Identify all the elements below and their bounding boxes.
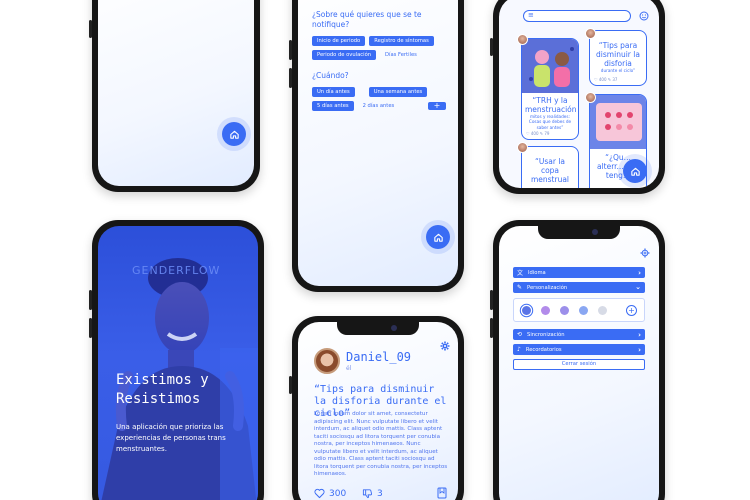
chip-dias-fertiles[interactable]: Días Fertiles <box>380 50 422 60</box>
phone-notifications: ¿Sobre qué quieres que se te notifique? … <box>289 0 464 292</box>
filter-icon: ≡ <box>528 11 534 19</box>
chevron-right-icon: › <box>638 330 641 339</box>
screen: GENDERFLOW Existimos y Resistimos Una ap… <box>98 226 258 500</box>
settings-gear-icon[interactable] <box>640 248 650 258</box>
like-action[interactable]: 300 <box>314 488 346 499</box>
settings-row-recordatorios[interactable]: ♪ Recordatorios › <box>513 344 645 355</box>
phone-feed: ≡ “TRH y la menstruación mitos y realida… <box>490 0 665 194</box>
when-chips: Un día antes Una semana antes <box>312 87 446 98</box>
settings-label: Recordatorios <box>525 346 562 353</box>
chip-cinco-dias[interactable]: 5 días antes <box>312 101 354 112</box>
mockup-canvas: ¿Sobre qué quieres que se te notifique? … <box>0 0 750 500</box>
add-reminder-button[interactable]: + <box>428 102 446 111</box>
card-stats: ♡ 400 ✎ 79 <box>526 131 550 136</box>
home-button[interactable] <box>222 122 246 146</box>
screen <box>98 0 254 186</box>
topic-chips: Inicio de periodo Registro de síntomas P… <box>312 36 446 61</box>
chip-periodo-ovulacion[interactable]: Periodo de ovulación <box>312 50 377 61</box>
thumbs-down-icon <box>362 489 373 499</box>
dislike-count: 3 <box>377 488 383 499</box>
question-when: ¿Cuándo? <box>312 71 349 81</box>
notch <box>337 322 419 335</box>
home-button[interactable] <box>426 225 450 249</box>
card-illustration <box>590 95 646 149</box>
swatch-4[interactable] <box>598 306 607 315</box>
headline-line-2: Resistimos <box>116 390 201 407</box>
swatch-0[interactable] <box>522 306 531 315</box>
question-topic: ¿Sobre qué quieres que se te notifique? <box>312 10 422 30</box>
phone-home-blank <box>89 0 260 192</box>
bell-icon: ♪ <box>517 346 521 353</box>
author-pronoun: él <box>346 365 352 372</box>
settings-label: Sincronización <box>527 331 565 338</box>
hero-description: Una aplicación que prioriza las experien… <box>116 423 226 453</box>
settings-row-personalizacion[interactable]: ✎ Personalización ⌄ <box>513 282 645 293</box>
home-icon <box>433 233 443 242</box>
logout-button[interactable]: Cerrar sesión <box>513 359 645 370</box>
settings-label: Personalización <box>527 284 568 291</box>
settings-label: Idioma <box>528 269 546 276</box>
bookmark-icon[interactable] <box>437 487 447 499</box>
settings-gear-icon[interactable] <box>440 341 450 351</box>
chevron-right-icon: › <box>638 268 641 277</box>
chevron-right-icon: › <box>638 345 641 354</box>
add-swatch-button[interactable]: + <box>626 305 637 316</box>
brush-icon: ✎ <box>517 284 523 291</box>
settings-row-sincronizacion[interactable]: ⟲ Sincronización › <box>513 329 645 340</box>
home-button[interactable] <box>623 159 647 183</box>
brand-logo: GENDERFLOW <box>132 264 221 277</box>
card-title: “TRH y la menstruación <box>525 96 577 114</box>
card-subtitle: mitos y realidades: Cosas que debes de s… <box>528 114 572 130</box>
screen: Daniel_09 él “Tips para disminuir la dis… <box>298 322 458 500</box>
feed-card-trh[interactable]: “TRH y la menstruación mitos y realidade… <box>521 38 579 140</box>
screen: ¿Sobre qué quieres que se te notifique? … <box>298 0 458 286</box>
like-count: 300 <box>329 488 347 499</box>
screen: 文 Idioma › ✎ Personalización ⌄ + ⟲ Sincr… <box>499 226 659 500</box>
post-body: Lorem ipsum dolor sit amet, consectetur … <box>314 411 448 478</box>
chip-dos-dias[interactable]: 2 días antes <box>358 101 400 111</box>
swatch-3[interactable] <box>579 306 588 315</box>
avatar <box>585 92 596 103</box>
emoji-icon[interactable] <box>639 11 649 21</box>
settings-row-idioma[interactable]: 文 Idioma › <box>513 267 645 278</box>
card-title: “Usar la copa menstrual <box>530 157 570 184</box>
chip-registro-sintomas[interactable]: Registro de síntomas <box>369 36 434 47</box>
card-stats: ♡ 400 ✎ 37 <box>594 77 618 82</box>
chip-una-semana[interactable]: Una semana antes <box>368 87 428 98</box>
sync-icon: ⟲ <box>517 331 523 338</box>
card-illustration <box>522 39 578 93</box>
search-bar[interactable]: ≡ <box>523 10 631 22</box>
color-palette: + <box>513 298 645 322</box>
screen: ≡ “TRH y la menstruación mitos y realida… <box>499 0 659 188</box>
swatch-1[interactable] <box>541 306 550 315</box>
avatar <box>517 142 528 153</box>
phone-settings: 文 Idioma › ✎ Personalización ⌄ + ⟲ Sincr… <box>490 220 665 500</box>
phone-post: Daniel_09 él “Tips para disminuir la dis… <box>289 316 464 500</box>
feed-card-copa[interactable]: “Usar la copa menstrual <box>521 146 579 188</box>
heart-icon <box>314 488 325 499</box>
home-icon <box>630 167 640 176</box>
headline-line-1: Existimos y <box>116 372 209 388</box>
author-name[interactable]: Daniel_09 <box>346 350 411 364</box>
hero-headline: Existimos y Resistimos <box>116 371 209 409</box>
feed-card-tips[interactable]: “Tips para disminuir la disforia durante… <box>589 30 647 86</box>
card-title: “Tips para disminuir la disforia <box>596 41 640 68</box>
author-avatar[interactable] <box>314 348 340 374</box>
home-icon <box>229 130 239 139</box>
notch <box>538 226 620 239</box>
card-subtitle: durante el ciclo” <box>600 68 636 73</box>
avatar <box>517 34 528 45</box>
chip-inicio-periodo[interactable]: Inicio de periodo <box>312 36 366 47</box>
chevron-down-icon: ⌄ <box>635 283 641 291</box>
phone-hero: GENDERFLOW Existimos y Resistimos Una ap… <box>89 220 264 500</box>
translate-icon: 文 <box>517 270 524 277</box>
swatch-2[interactable] <box>560 306 569 315</box>
avatar <box>585 28 596 39</box>
dislike-action[interactable]: 3 <box>362 488 383 499</box>
chip-un-dia[interactable]: Un día antes <box>312 87 355 98</box>
